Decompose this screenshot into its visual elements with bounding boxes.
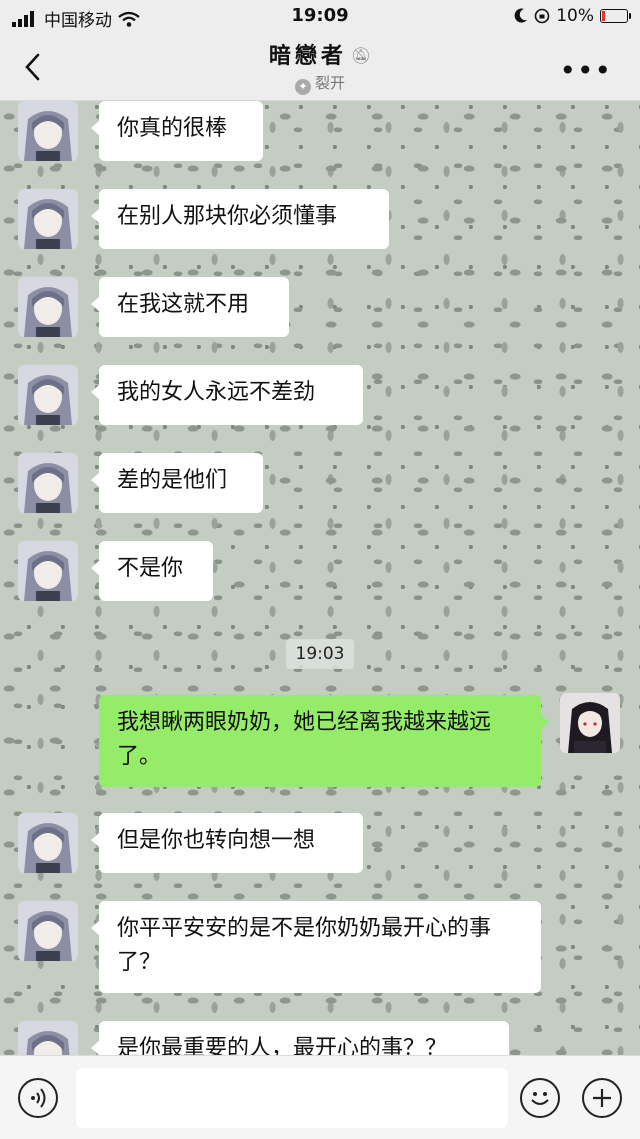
contact-avatar[interactable] — [18, 101, 78, 161]
rotation-lock-icon — [534, 8, 550, 24]
message-bubble[interactable]: 是你最重要的人，最开心的事？？ — [91, 1021, 509, 1055]
chat-title-block: 暗戀者 🔕︎ ✦ 裂开 — [0, 38, 640, 95]
message-text: 你真的很棒 — [117, 116, 228, 141]
chat-header: 暗戀者 🔕︎ ✦ 裂开 ••• — [0, 34, 640, 101]
input-bar — [0, 1055, 640, 1139]
contact-avatar[interactable] — [18, 189, 78, 249]
message-bubble-sent[interactable]: 我想瞅两眼奶奶，她已经离我越来越远了。 — [99, 695, 549, 787]
message-bubble[interactable]: 在别人那块你必须懂事 — [91, 189, 389, 249]
message-text: 在别人那块你必须懂事 — [117, 204, 338, 229]
emoji-icon[interactable] — [520, 1078, 560, 1118]
contact-avatar[interactable] — [18, 365, 78, 425]
message-text: 我的女人永远不差劲 — [117, 380, 316, 405]
contact-avatar[interactable] — [18, 453, 78, 513]
message-text: 差的是他们 — [117, 468, 228, 493]
chat-status-text: 裂开 — [314, 74, 345, 92]
message-text: 我想瞅两眼奶奶，她已经离我越来越远了。 — [117, 710, 492, 769]
contact-avatar[interactable] — [18, 1021, 78, 1055]
contact-avatar[interactable] — [18, 901, 78, 961]
more-icon[interactable]: ••• — [559, 54, 612, 87]
moon-icon — [514, 8, 528, 23]
contact-avatar[interactable] — [18, 277, 78, 337]
message-timestamp: 19:03 — [286, 639, 354, 669]
message-text: 但是你也转向想一想 — [117, 828, 316, 853]
chat-title: 暗戀者 — [268, 44, 347, 69]
bell-slash-icon: 🔕︎ — [350, 46, 372, 65]
message-list[interactable]: 你真的很棒 在别人那块你必须懂事 在我这就不用 我的女人永远不差劲 差的是他们 … — [0, 101, 640, 1055]
message-text: 是你最重要的人，最开心的事？？ — [117, 1036, 448, 1055]
message-bubble[interactable]: 在我这就不用 — [91, 277, 289, 337]
status-dot-icon: ✦ — [294, 79, 311, 95]
battery-percent: 10% — [556, 6, 594, 26]
contact-avatar[interactable] — [18, 541, 78, 601]
message-text: 不是你 — [117, 556, 184, 581]
contact-avatar[interactable] — [18, 813, 78, 873]
message-bubble[interactable]: 我的女人永远不差劲 — [91, 365, 363, 425]
my-avatar[interactable] — [560, 693, 620, 753]
message-bubble[interactable]: 你平平安安的是不是你奶奶最开心的事了？ — [91, 901, 541, 993]
message-text: 你平平安安的是不是你奶奶最开心的事了？ — [117, 916, 492, 975]
message-input[interactable] — [76, 1068, 508, 1128]
message-bubble[interactable]: 但是你也转向想一想 — [91, 813, 363, 873]
status-bar: 中国移动 19:09 10% — [0, 0, 640, 34]
plus-icon[interactable] — [582, 1078, 622, 1118]
voice-icon[interactable] — [18, 1078, 58, 1118]
battery-icon — [600, 9, 631, 23]
status-right: 10% — [514, 6, 631, 26]
message-bubble[interactable]: 不是你 — [91, 541, 213, 601]
chat-status: ✦ 裂开 — [0, 72, 640, 95]
message-bubble[interactable]: 差的是他们 — [91, 453, 263, 513]
message-bubble[interactable]: 你真的很棒 — [91, 101, 263, 161]
message-text: 在我这就不用 — [117, 292, 250, 317]
